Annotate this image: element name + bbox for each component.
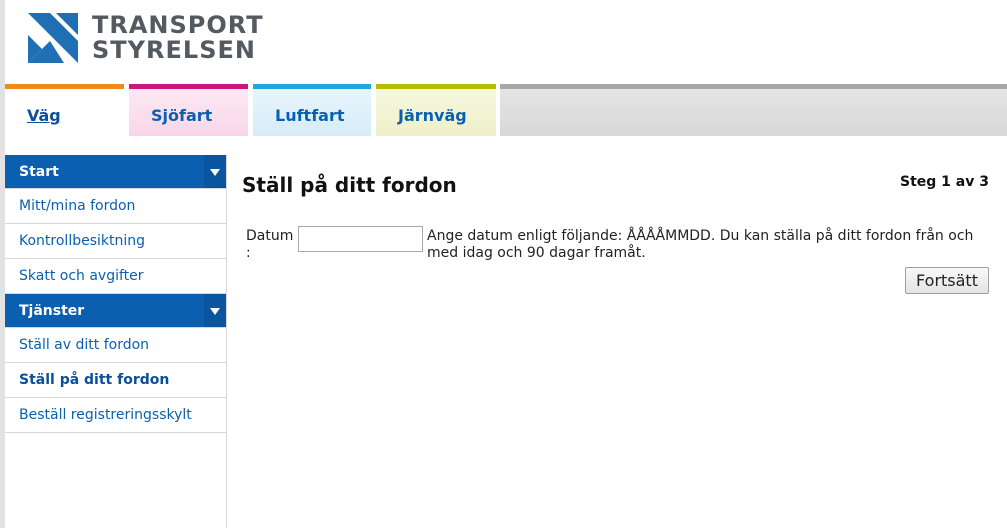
sidebar-item-mitt-mina-fordon[interactable]: Mitt/mina fordon: [5, 189, 226, 224]
main-tabs: Väg Sjöfart Luftfart Järnväg: [5, 84, 1007, 136]
tab-vag[interactable]: Väg: [5, 84, 124, 136]
sidebar-section-label: Start: [19, 164, 59, 180]
logo-text: TRANSPORT STYRELSEN: [92, 13, 264, 63]
chevron-down-icon[interactable]: [204, 155, 226, 188]
sidebar-item-label: Ställ av ditt fordon: [19, 337, 150, 353]
sidebar-section-label: Tjänster: [19, 303, 85, 319]
tab-luftfart-label: Luftfart: [275, 106, 345, 125]
sidebar-section-start[interactable]: Start: [5, 155, 226, 189]
date-label: Datum :: [246, 228, 294, 261]
sidebar-item-label: Beställ registreringsskylt: [19, 407, 192, 423]
sidebar-item-label: Ställ på ditt fordon: [19, 372, 170, 388]
sidebar-item-skatt-och-avgifter[interactable]: Skatt och avgifter: [5, 259, 226, 294]
tab-sjofart-label: Sjöfart: [151, 106, 213, 125]
tab-jarnvag-label: Järnväg: [398, 106, 467, 125]
sidebar-item-kontrollbesiktning[interactable]: Kontrollbesiktning: [5, 224, 226, 259]
tab-sjofart[interactable]: Sjöfart: [129, 84, 248, 136]
logo-line-1: TRANSPORT: [92, 11, 264, 39]
tab-bar-filler: [500, 84, 1007, 136]
sidebar-item-bestall-registreringsskylt[interactable]: Beställ registreringsskylt: [5, 398, 226, 433]
tab-vag-label: Väg: [27, 106, 61, 125]
sidebar-item-label: Mitt/mina fordon: [19, 198, 136, 214]
tab-luftfart[interactable]: Luftfart: [253, 84, 371, 136]
continue-button[interactable]: Fortsätt: [905, 267, 989, 294]
sidebar-nav: Start Mitt/mina fordon Kontrollbesiktnin…: [5, 155, 227, 528]
sidebar-item-label: Skatt och avgifter: [19, 268, 144, 284]
sidebar-item-label: Kontrollbesiktning: [19, 233, 146, 249]
sidebar-item-stall-pa-ditt-fordon[interactable]: Ställ på ditt fordon: [5, 363, 226, 398]
step-indicator: Steg 1 av 3: [900, 174, 989, 190]
logo-line-2: STYRELSEN: [92, 36, 256, 64]
transportstyrelsen-logo[interactable]: TRANSPORT STYRELSEN: [28, 13, 263, 63]
tab-jarnvag[interactable]: Järnväg: [376, 84, 496, 136]
sidebar-section-tjanster[interactable]: Tjänster: [5, 294, 226, 328]
chevron-down-icon[interactable]: [204, 294, 226, 327]
date-input[interactable]: [298, 226, 423, 252]
page-title: Ställ på ditt fordon: [242, 173, 457, 197]
sidebar-item-stall-av-ditt-fordon[interactable]: Ställ av ditt fordon: [5, 328, 226, 363]
logo-mark-icon: [28, 13, 78, 63]
date-help-text: Ange datum enligt följande: ÅÅÅÅMMDD. Du…: [427, 228, 974, 261]
